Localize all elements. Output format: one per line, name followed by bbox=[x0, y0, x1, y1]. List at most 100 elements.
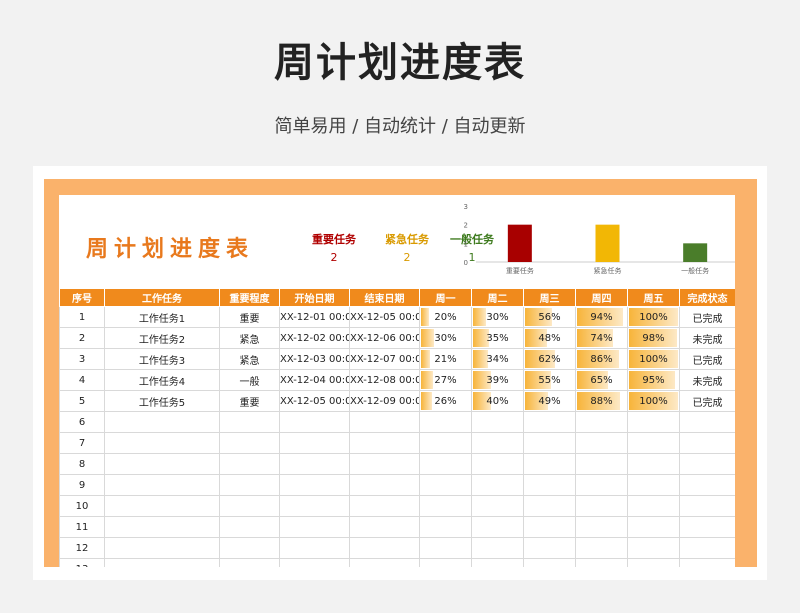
cell-progress[interactable] bbox=[419, 453, 472, 475]
cell-task[interactable] bbox=[104, 474, 220, 496]
cell-progress[interactable]: 21% bbox=[419, 348, 472, 370]
cell-no[interactable]: 12 bbox=[59, 537, 105, 559]
cell-task[interactable] bbox=[104, 495, 220, 517]
cell-progress[interactable] bbox=[419, 411, 472, 433]
cell-task[interactable]: 工作任务4 bbox=[104, 369, 220, 391]
cell-progress[interactable] bbox=[627, 411, 680, 433]
cell-progress[interactable] bbox=[471, 474, 524, 496]
cell-level[interactable]: 紧急 bbox=[219, 327, 280, 349]
cell-progress[interactable] bbox=[575, 432, 628, 454]
cell-progress[interactable] bbox=[627, 558, 680, 567]
cell-task[interactable] bbox=[104, 516, 220, 538]
cell-level[interactable]: 重要 bbox=[219, 306, 280, 328]
cell-progress[interactable]: 65% bbox=[575, 369, 628, 391]
cell-progress[interactable]: 100% bbox=[627, 348, 680, 370]
cell-progress[interactable] bbox=[575, 474, 628, 496]
cell-start-date[interactable]: XX-12-05 00:00 bbox=[279, 390, 350, 412]
cell-start-date[interactable]: XX-12-02 00:00 bbox=[279, 327, 350, 349]
cell-status[interactable]: 已完成 bbox=[679, 306, 735, 328]
col-header-fri[interactable]: 周五 bbox=[627, 288, 680, 307]
cell-end-date[interactable] bbox=[349, 453, 420, 475]
cell-end-date[interactable]: XX-12-05 00:00 bbox=[349, 306, 420, 328]
cell-start-date[interactable] bbox=[279, 558, 350, 567]
cell-progress[interactable] bbox=[419, 432, 472, 454]
cell-end-date[interactable] bbox=[349, 495, 420, 517]
cell-level[interactable]: 紧急 bbox=[219, 348, 280, 370]
cell-end-date[interactable] bbox=[349, 474, 420, 496]
cell-progress[interactable] bbox=[419, 474, 472, 496]
cell-end-date[interactable] bbox=[349, 516, 420, 538]
cell-task[interactable] bbox=[104, 453, 220, 475]
cell-end-date[interactable]: XX-12-07 00:00 bbox=[349, 348, 420, 370]
cell-progress[interactable]: 27% bbox=[419, 369, 472, 391]
cell-status[interactable] bbox=[679, 495, 735, 517]
col-header-tue[interactable]: 周二 bbox=[471, 288, 524, 307]
cell-progress[interactable] bbox=[575, 453, 628, 475]
cell-status[interactable]: 已完成 bbox=[679, 348, 735, 370]
cell-no[interactable]: 9 bbox=[59, 474, 105, 496]
col-header-thu[interactable]: 周四 bbox=[575, 288, 628, 307]
col-header-mon[interactable]: 周一 bbox=[419, 288, 472, 307]
cell-progress[interactable]: 56% bbox=[523, 306, 576, 328]
cell-progress[interactable] bbox=[575, 537, 628, 559]
cell-progress[interactable]: 20% bbox=[419, 306, 472, 328]
col-header-no[interactable]: 序号 bbox=[59, 288, 105, 307]
cell-level[interactable] bbox=[219, 411, 280, 433]
cell-progress[interactable] bbox=[471, 558, 524, 567]
col-header-status[interactable]: 完成状态 bbox=[679, 288, 735, 307]
cell-task[interactable]: 工作任务3 bbox=[104, 348, 220, 370]
cell-no[interactable]: 13 bbox=[59, 558, 105, 567]
cell-progress[interactable] bbox=[523, 495, 576, 517]
cell-progress[interactable] bbox=[627, 537, 680, 559]
cell-end-date[interactable]: XX-12-06 00:00 bbox=[349, 327, 420, 349]
cell-progress[interactable]: 100% bbox=[627, 390, 680, 412]
cell-progress[interactable]: 88% bbox=[575, 390, 628, 412]
cell-progress[interactable] bbox=[523, 537, 576, 559]
cell-status[interactable] bbox=[679, 453, 735, 475]
cell-status[interactable] bbox=[679, 537, 735, 559]
cell-progress[interactable]: 35% bbox=[471, 327, 524, 349]
cell-progress[interactable]: 40% bbox=[471, 390, 524, 412]
cell-progress[interactable]: 94% bbox=[575, 306, 628, 328]
cell-no[interactable]: 3 bbox=[59, 348, 105, 370]
cell-progress[interactable] bbox=[523, 432, 576, 454]
cell-status[interactable]: 未完成 bbox=[679, 327, 735, 349]
cell-no[interactable]: 2 bbox=[59, 327, 105, 349]
cell-progress[interactable]: 95% bbox=[627, 369, 680, 391]
cell-status[interactable] bbox=[679, 411, 735, 433]
cell-status[interactable]: 未完成 bbox=[679, 369, 735, 391]
cell-end-date[interactable]: XX-12-08 00:00 bbox=[349, 369, 420, 391]
cell-progress[interactable] bbox=[419, 537, 472, 559]
cell-progress[interactable] bbox=[575, 495, 628, 517]
cell-progress[interactable] bbox=[471, 453, 524, 475]
cell-progress[interactable] bbox=[627, 516, 680, 538]
cell-progress[interactable] bbox=[419, 558, 472, 567]
cell-end-date[interactable] bbox=[349, 411, 420, 433]
cell-no[interactable]: 10 bbox=[59, 495, 105, 517]
cell-progress[interactable]: 26% bbox=[419, 390, 472, 412]
cell-task[interactable] bbox=[104, 411, 220, 433]
cell-task[interactable] bbox=[104, 558, 220, 567]
cell-progress[interactable] bbox=[471, 495, 524, 517]
cell-start-date[interactable] bbox=[279, 411, 350, 433]
cell-no[interactable]: 8 bbox=[59, 453, 105, 475]
cell-start-date[interactable]: XX-12-04 00:00 bbox=[279, 369, 350, 391]
cell-level[interactable] bbox=[219, 516, 280, 538]
cell-progress[interactable]: 30% bbox=[419, 327, 472, 349]
cell-start-date[interactable] bbox=[279, 474, 350, 496]
cell-status[interactable]: 已完成 bbox=[679, 390, 735, 412]
cell-progress[interactable]: 100% bbox=[627, 306, 680, 328]
cell-progress[interactable]: 62% bbox=[523, 348, 576, 370]
cell-no[interactable]: 4 bbox=[59, 369, 105, 391]
cell-level[interactable] bbox=[219, 537, 280, 559]
cell-task[interactable]: 工作任务1 bbox=[104, 306, 220, 328]
cell-progress[interactable] bbox=[523, 453, 576, 475]
cell-no[interactable]: 7 bbox=[59, 432, 105, 454]
cell-progress[interactable] bbox=[627, 432, 680, 454]
cell-level[interactable] bbox=[219, 432, 280, 454]
cell-start-date[interactable] bbox=[279, 516, 350, 538]
cell-progress[interactable]: 55% bbox=[523, 369, 576, 391]
cell-start-date[interactable] bbox=[279, 495, 350, 517]
cell-start-date[interactable]: XX-12-03 00:00 bbox=[279, 348, 350, 370]
cell-no[interactable]: 5 bbox=[59, 390, 105, 412]
